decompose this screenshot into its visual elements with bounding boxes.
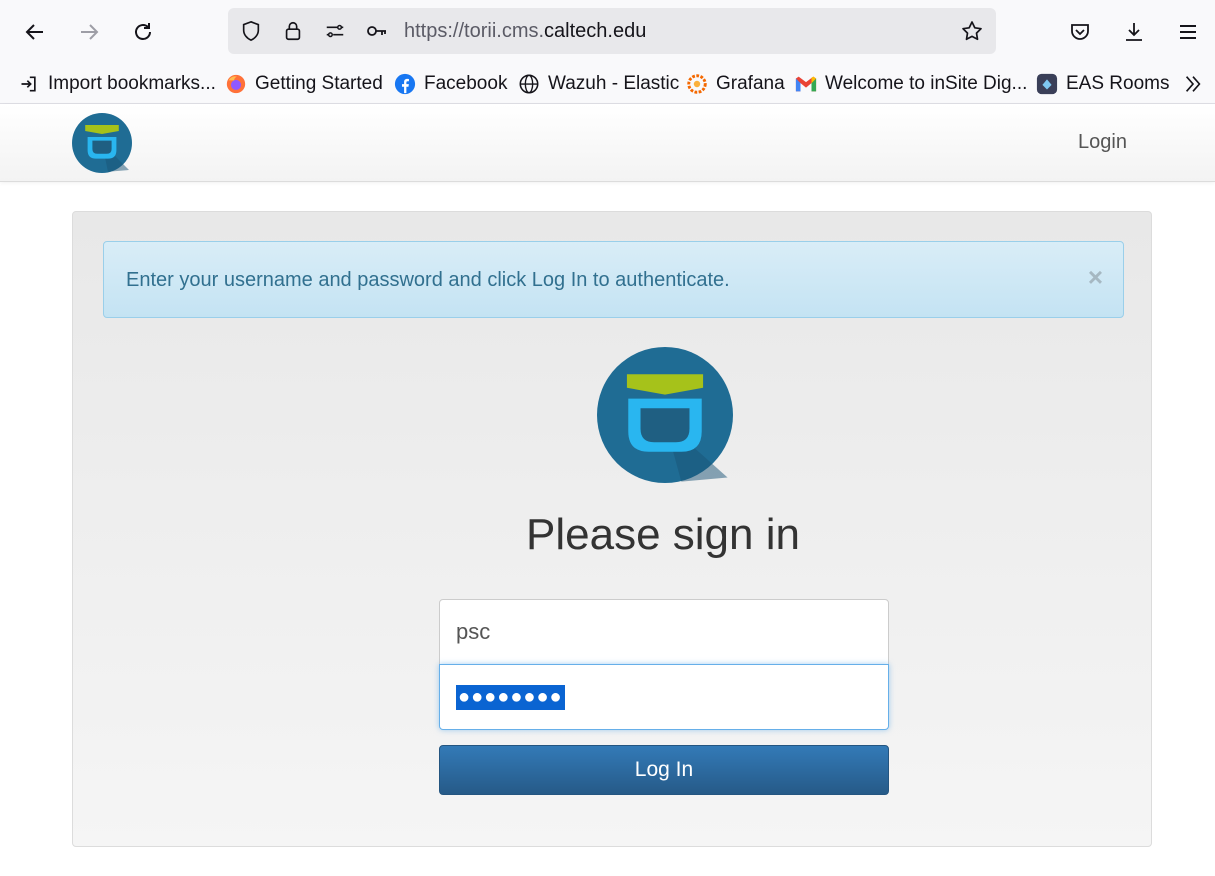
downloads-button[interactable] [1116, 14, 1152, 50]
forward-arrow-icon [81, 24, 99, 40]
browser-toolbar: https://torii.cms.caltech.edu [0, 0, 1215, 64]
reload-button[interactable] [125, 14, 161, 50]
firefox-icon [225, 73, 247, 95]
import-icon [18, 73, 40, 95]
back-button[interactable] [17, 14, 53, 50]
torii-logo[interactable] [72, 113, 132, 173]
password-mask: ●●●●●●●● [456, 684, 565, 710]
bookmark-label: Wazuh - Elastic [548, 73, 680, 94]
shield-icon[interactable] [239, 19, 263, 43]
bookmark-eas-rooms[interactable]: EAS Rooms [1036, 70, 1169, 98]
bookmarks-bar: Import bookmarks... Getting Started Face… [0, 64, 1215, 104]
globe-icon [518, 73, 540, 95]
url-bar[interactable]: https://torii.cms.caltech.edu [228, 8, 996, 54]
info-alert: Enter your username and password and cli… [103, 241, 1124, 318]
bookmark-label: Grafana [716, 73, 785, 94]
bookmark-import[interactable]: Import bookmarks... [18, 70, 216, 98]
pocket-icon [1071, 24, 1089, 40]
bookmarks-overflow-button[interactable] [1182, 70, 1204, 98]
password-input[interactable]: ●●●●●●●● [439, 664, 889, 730]
alert-message: Enter your username and password and cli… [126, 269, 730, 291]
page-title: Please sign in [526, 510, 800, 559]
url-text[interactable]: https://torii.cms.caltech.edu [404, 20, 646, 43]
hamburger-menu-icon [1180, 25, 1196, 39]
download-icon [1126, 23, 1142, 41]
permissions-icon[interactable] [323, 19, 347, 43]
pocket-button[interactable] [1062, 14, 1098, 50]
bookmark-star-icon[interactable] [960, 19, 984, 43]
bookmark-label: EAS Rooms [1066, 73, 1170, 94]
gmail-icon [795, 73, 817, 95]
bookmark-label: Getting Started [255, 73, 383, 94]
torii-logo-large [597, 347, 733, 483]
back-arrow-icon [25, 24, 43, 40]
bookmark-getting-started[interactable]: Getting Started [225, 70, 383, 98]
site-navbar: Login [0, 104, 1215, 182]
double-chevron-right-icon [1185, 76, 1201, 92]
key-icon[interactable] [365, 19, 389, 43]
login-button[interactable]: Log In [439, 745, 889, 795]
bookmark-label: Welcome to inSite Dig... [825, 73, 1028, 94]
nav-login-link[interactable]: Login [1078, 131, 1127, 154]
bookmark-label: Facebook [424, 73, 508, 94]
facebook-icon [394, 73, 416, 95]
bookmark-facebook[interactable]: Facebook [394, 70, 507, 98]
bookmark-grafana[interactable]: Grafana [686, 70, 785, 98]
bookmark-wazuh[interactable]: Wazuh - Elastic [518, 70, 679, 98]
bookmark-insite[interactable]: Welcome to inSite Dig... [795, 70, 1027, 98]
alert-close-button[interactable]: × [1088, 262, 1103, 293]
reload-icon [135, 23, 151, 40]
lock-icon[interactable] [281, 19, 305, 43]
login-well: Enter your username and password and cli… [72, 211, 1152, 847]
forward-button[interactable] [71, 14, 107, 50]
url-prefix: https://torii.cms. [404, 20, 545, 42]
grafana-icon [686, 73, 708, 95]
menu-button[interactable] [1170, 14, 1206, 50]
url-host: caltech.edu [544, 20, 647, 42]
bookmark-label: Import bookmarks... [48, 73, 216, 94]
username-input[interactable]: psc [439, 599, 889, 665]
eas-rooms-icon [1036, 73, 1058, 95]
